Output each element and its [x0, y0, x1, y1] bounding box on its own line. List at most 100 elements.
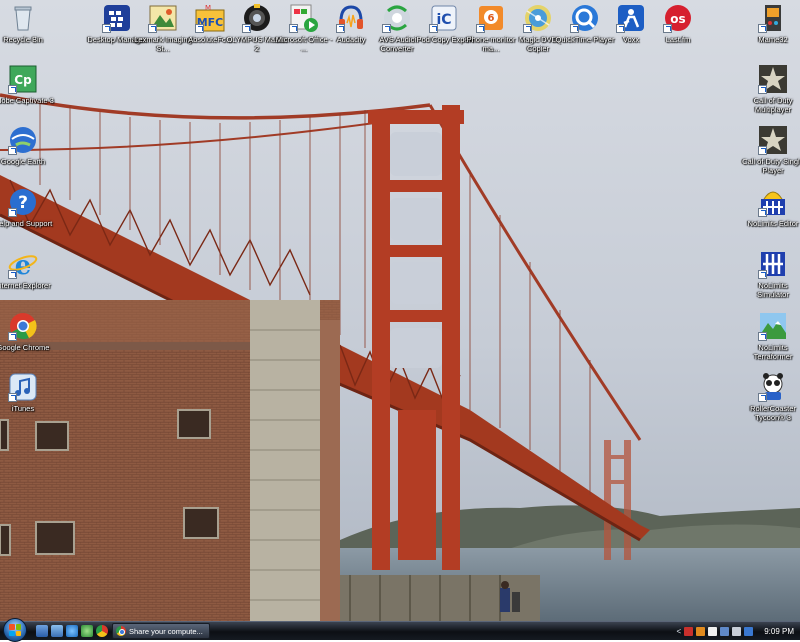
desktop-icon-recycle-bin[interactable]: Recycle Bin	[0, 3, 52, 44]
desktop-icon-google-chrome[interactable]: Google Chrome	[0, 311, 52, 352]
shortcut-arrow-icon	[8, 208, 17, 217]
shortcut-arrow-icon	[616, 24, 625, 33]
phone-monitor-icon: 6	[476, 3, 506, 33]
google-chrome-icon	[8, 311, 38, 341]
desktop-icon-mame32[interactable]: Mame32	[744, 3, 800, 44]
tray-app-icon[interactable]	[696, 626, 706, 636]
google-chrome-icon[interactable]	[96, 625, 108, 637]
network-icon[interactable]	[720, 626, 730, 636]
desktop-icon-label: Google Chrome	[0, 343, 50, 352]
taskbar-clock[interactable]: 9:09 PM	[764, 627, 794, 636]
svg-text:os: os	[670, 12, 685, 26]
shortcut-arrow-icon	[8, 393, 17, 402]
shortcut-arrow-icon	[8, 332, 17, 341]
desktop-icon-label: Adobe Captivate 3	[0, 96, 54, 105]
avs-audio-converter-icon	[382, 3, 412, 33]
svg-text:iC: iC	[436, 12, 451, 28]
quick-launch: »	[36, 624, 116, 638]
volume-icon[interactable]	[732, 626, 742, 636]
switch-windows-icon[interactable]	[51, 625, 63, 637]
start-button[interactable]	[3, 618, 27, 642]
shortcut-arrow-icon	[195, 24, 204, 33]
desktop-icon-nolimits-terraformer[interactable]: NoLimits Terraformer	[744, 311, 800, 361]
taskbar: » Share your compute... < 9:09 PM	[0, 618, 800, 642]
desktop-icon-help-and-support[interactable]: ? Help and Support	[0, 187, 52, 228]
desktop-icon-label: Help and Support	[0, 219, 53, 228]
olympus-camera-icon	[242, 3, 272, 33]
blackberry-desktop-icon	[102, 3, 132, 33]
desktop-icon-rollercoaster-tycoon-3[interactable]: RollerCoaster Tycoon® 3	[744, 372, 800, 422]
windows-media-icon[interactable]	[81, 625, 93, 637]
google-earth-icon	[8, 125, 38, 155]
show-desktop-icon[interactable]	[36, 625, 48, 637]
desktop-icon-label: NoLimits Simulator	[757, 281, 789, 299]
desktop-icon-label: Google Earth	[0, 157, 46, 166]
shortcut-arrow-icon	[242, 24, 251, 33]
shortcut-arrow-icon	[8, 85, 17, 94]
desktop-icon-label: NoLimits Terraformer	[753, 343, 793, 361]
wallpaper-golden-gate	[0, 0, 800, 621]
rollercoaster-tycoon-icon	[758, 372, 788, 402]
desktop-icon-google-earth[interactable]: Google Earth	[0, 125, 52, 166]
voxx-icon	[616, 3, 646, 33]
shortcut-arrow-icon	[570, 24, 579, 33]
shortcut-arrow-icon	[102, 24, 111, 33]
shortcut-arrow-icon	[289, 24, 298, 33]
svg-text:M: M	[205, 4, 211, 12]
desktop-icon-label: Internet Explorer	[0, 281, 51, 290]
shortcut-arrow-icon	[148, 24, 157, 33]
recycle-bin-icon	[8, 3, 38, 33]
desktop-icon-label: Call of Duty Multiplayer	[753, 96, 793, 114]
desktop[interactable]: Recycle Bin Desktop Manager Lexmark Imagin…	[0, 0, 800, 621]
desktop-icon-call-of-duty-multiplayer[interactable]: Call of Duty Multiplayer	[744, 64, 800, 114]
nolimits-simulator-icon	[758, 249, 788, 279]
shortcut-arrow-icon	[382, 24, 391, 33]
shortcut-arrow-icon	[758, 85, 767, 94]
shortcut-arrow-icon	[758, 24, 767, 33]
taskbar-button-chrome[interactable]: Share your compute...	[112, 623, 210, 639]
shortcut-arrow-icon	[758, 332, 767, 341]
internet-explorer-icon: e	[8, 249, 38, 279]
ipod-copy-expert-icon: iC	[429, 3, 459, 33]
desktop-icon-last-fm[interactable]: os Last.fm	[649, 3, 707, 44]
desktop-icon-itunes[interactable]: iTunes	[0, 372, 52, 413]
desktop-icon-internet-explorer[interactable]: e Internet Explorer	[0, 249, 52, 290]
call-of-duty-icon	[758, 64, 788, 94]
google-chrome-icon	[116, 626, 126, 636]
shortcut-arrow-icon	[8, 270, 17, 279]
shortcut-arrow-icon	[758, 208, 767, 217]
internet-explorer-icon[interactable]	[66, 625, 78, 637]
desktop-icon-label: Mame32	[758, 35, 788, 44]
mame-icon	[758, 3, 788, 33]
quicktime-icon	[570, 3, 600, 33]
shortcut-arrow-icon	[663, 24, 672, 33]
office-media-icon	[289, 3, 319, 33]
lastfm-icon: os	[663, 3, 693, 33]
desktop-icon-nolimits-simulator[interactable]: NoLimits Simulator	[744, 249, 800, 299]
svg-text:6: 6	[488, 13, 495, 24]
tray-app-icon[interactable]	[744, 626, 754, 636]
shortcut-arrow-icon	[429, 24, 438, 33]
help-support-icon: ?	[8, 187, 38, 217]
tray-app-icon[interactable]	[708, 626, 718, 636]
desktop-icon-nolimits-editor[interactable]: NoLimits Editor	[744, 187, 800, 228]
svg-text:?: ?	[18, 193, 28, 213]
desktop-icon-label: NoLimits Editor	[747, 219, 799, 228]
shortcut-arrow-icon	[523, 24, 532, 33]
call-of-duty-icon	[758, 125, 788, 155]
tray-app-icon[interactable]	[684, 626, 694, 636]
desktop-icon-label: Last.fm	[665, 35, 691, 44]
shortcut-arrow-icon	[758, 270, 767, 279]
lexmark-imaging-icon	[148, 3, 178, 33]
itunes-icon	[8, 372, 38, 402]
taskbar-button-label: Share your compute...	[129, 626, 203, 636]
desktop-icon-adobe-captivate-3[interactable]: Cp Adobe Captivate 3	[0, 64, 54, 105]
shortcut-arrow-icon	[336, 24, 345, 33]
shortcut-arrow-icon	[758, 393, 767, 402]
desktop-icon-call-of-duty-single-player[interactable]: Call of Duty Single Player	[742, 125, 800, 175]
mfc-app-icon: MFC M	[195, 3, 225, 33]
tray-expand-button[interactable]: <	[677, 627, 682, 636]
desktop-icon-label: Recycle Bin	[3, 35, 43, 44]
desktop-icon-label: Call of Duty Single Player	[742, 157, 800, 175]
system-tray: < 9:09 PM	[677, 622, 800, 640]
